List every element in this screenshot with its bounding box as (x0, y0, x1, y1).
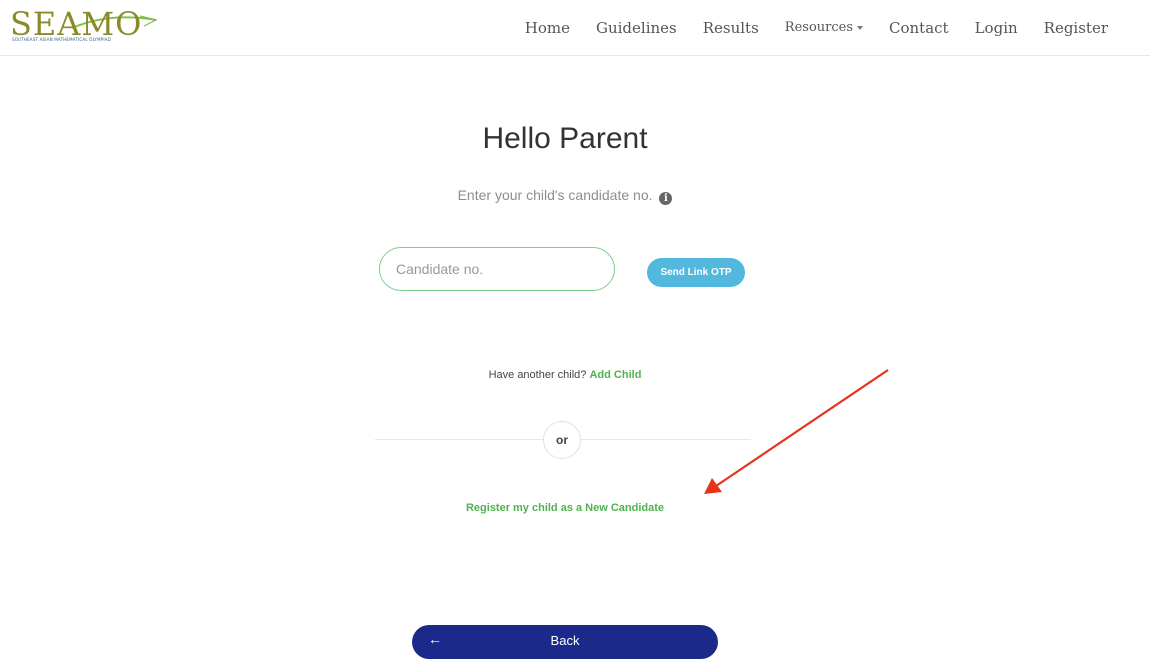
nav-login[interactable]: Login (975, 19, 1018, 37)
info-icon[interactable]: i (659, 192, 673, 205)
nav-register[interactable]: Register (1044, 19, 1108, 37)
add-child-row: Have another child? Add Child (0, 369, 1130, 381)
instruction-label: Enter your child's candidate no. (457, 187, 653, 203)
register-new-candidate-link[interactable]: Register my child as a New Candidate (466, 502, 664, 514)
back-button-label: Back (550, 633, 580, 648)
nav-results[interactable]: Results (703, 19, 759, 37)
or-separator: or (543, 421, 581, 459)
navbar: SEAMO SOUTHEAST ASIAN MATHEMATICAL OLYMP… (0, 0, 1150, 56)
page-title: Hello Parent (482, 122, 648, 155)
instruction-text: Enter your child's candidate no. i (0, 187, 1130, 205)
logo-tagline: SOUTHEAST ASIAN MATHEMATICAL OLYMPIAD (12, 37, 111, 42)
another-child-text: Have another child? (488, 369, 587, 381)
seamo-logo[interactable]: SEAMO SOUTHEAST ASIAN MATHEMATICAL OLYMP… (10, 4, 158, 48)
nav-resources-dropdown[interactable]: Resources (784, 20, 864, 35)
nav-guidelines[interactable]: Guidelines (596, 19, 677, 37)
divider-left (375, 439, 543, 440)
nav-contact[interactable]: Contact (889, 19, 949, 37)
send-link-otp-button[interactable]: Send Link OTP (647, 258, 745, 287)
dropdown-caret-icon (857, 25, 864, 30)
nav-menu: Home Guidelines Results Resources Contac… (499, 0, 1108, 55)
add-child-link[interactable]: Add Child (589, 369, 641, 381)
nav-home[interactable]: Home (525, 19, 570, 37)
candidate-number-input[interactable] (379, 247, 615, 291)
back-button[interactable]: ← Back (412, 625, 718, 659)
nav-resources-label: Resources (784, 20, 854, 35)
annotation-arrow (704, 369, 889, 494)
divider-right (581, 439, 751, 440)
